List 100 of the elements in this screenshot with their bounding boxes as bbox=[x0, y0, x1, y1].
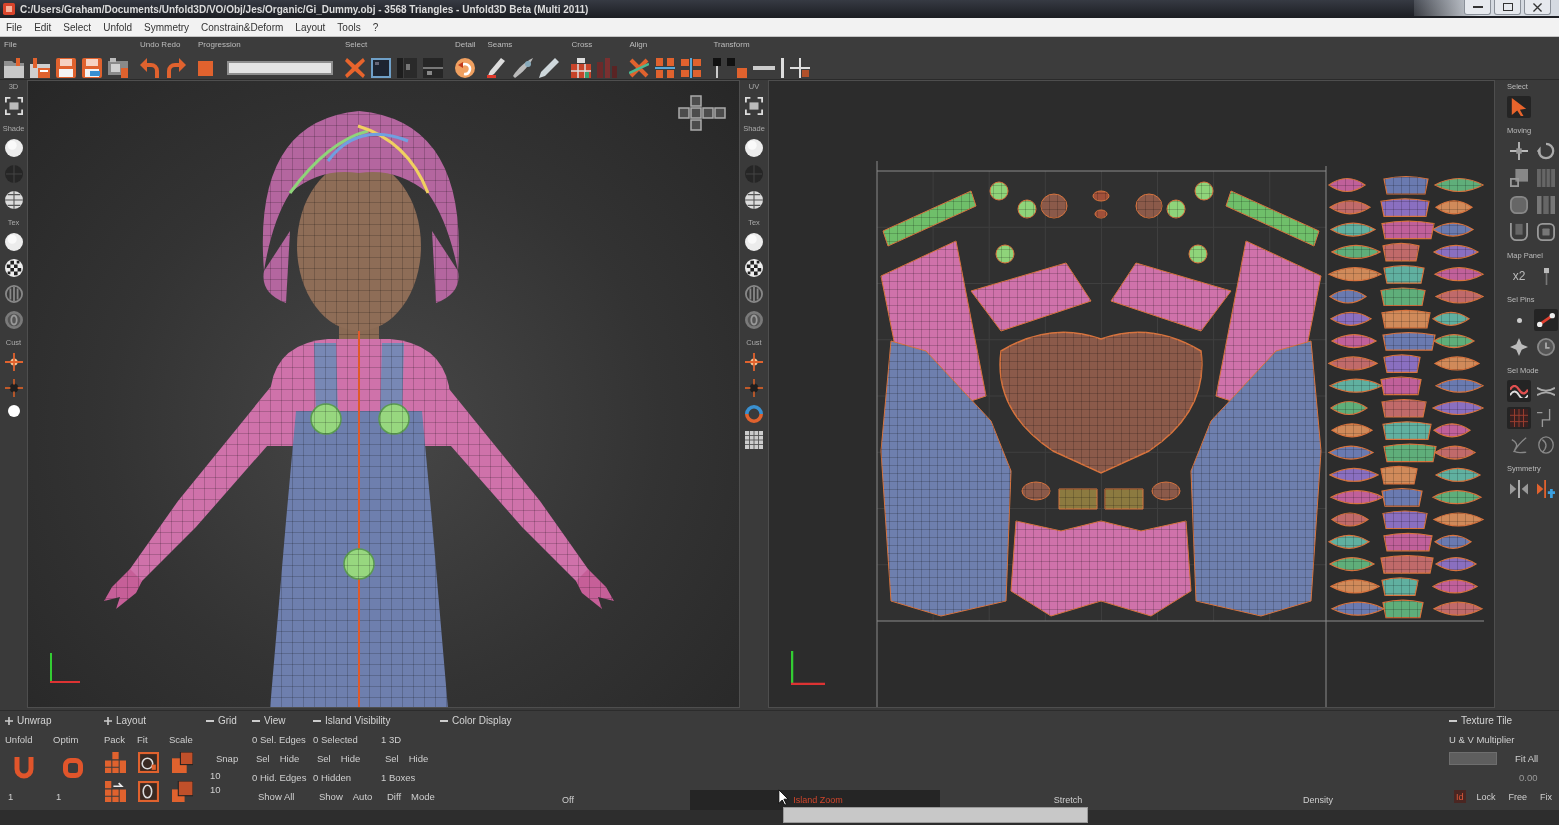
visibility-button[interactable]: Hide bbox=[408, 753, 429, 764]
tool-button[interactable] bbox=[1507, 140, 1531, 162]
frame-icon[interactable] bbox=[4, 97, 23, 115]
section-toggle[interactable]: Layout bbox=[104, 711, 147, 730]
redo-icon[interactable] bbox=[166, 58, 186, 78]
color-mode-tab[interactable]: Stretch bbox=[940, 790, 1190, 810]
visibility-button[interactable]: Hide bbox=[340, 753, 361, 764]
cycle-icon[interactable] bbox=[745, 405, 763, 423]
blocks-icon[interactable] bbox=[105, 752, 126, 773]
dark-gizmo-icon[interactable] bbox=[4, 379, 23, 397]
tile-option-button[interactable]: Id bbox=[1454, 790, 1466, 803]
menu-item[interactable]: Symmetry bbox=[138, 18, 196, 36]
collapse-icon bbox=[252, 719, 260, 722]
stop-icon[interactable] bbox=[198, 60, 213, 76]
section-toggle[interactable]: Grid bbox=[206, 711, 237, 730]
undo-icon[interactable] bbox=[140, 58, 160, 78]
menu-item[interactable]: Tools bbox=[331, 18, 367, 36]
visibility-button[interactable]: Mode bbox=[411, 791, 435, 802]
circle-frame-icon[interactable] bbox=[138, 752, 159, 773]
sphere-icon[interactable] bbox=[4, 139, 23, 157]
menu-item[interactable]: Select bbox=[57, 18, 98, 36]
vertical-line-icon[interactable] bbox=[781, 58, 785, 78]
color-mode-tab[interactable]: Density bbox=[1190, 790, 1440, 810]
align-horizontal-icon[interactable] bbox=[655, 58, 676, 78]
tile-option-button[interactable]: Free bbox=[1506, 790, 1530, 803]
u-shape-icon[interactable] bbox=[14, 757, 34, 779]
menu-item[interactable]: Layout bbox=[289, 18, 332, 36]
tile-option-button[interactable]: Fix bbox=[1538, 790, 1555, 803]
visibility-button[interactable]: Sel bbox=[317, 753, 331, 764]
visibility-button[interactable]: Diff bbox=[387, 791, 402, 802]
section-toggle[interactable]: Color Display bbox=[440, 711, 512, 730]
fit-button[interactable]: Fit All bbox=[1515, 753, 1539, 764]
stacked-squares-alt-icon[interactable] bbox=[172, 781, 193, 802]
blocks-arrow-icon[interactable] bbox=[105, 781, 126, 802]
swirl-icon[interactable] bbox=[455, 58, 475, 78]
visibility-button[interactable]: Show bbox=[319, 791, 343, 802]
window-icon[interactable] bbox=[371, 58, 391, 78]
section-toggle[interactable]: Texture Tile bbox=[1449, 711, 1513, 730]
ring-icon[interactable] bbox=[745, 311, 763, 329]
plus-icon[interactable] bbox=[790, 58, 811, 78]
visibility-button[interactable]: Sel bbox=[385, 753, 399, 764]
sphere-icon[interactable] bbox=[745, 233, 763, 251]
striped-sphere-icon[interactable] bbox=[4, 285, 23, 303]
section-toggle[interactable]: View bbox=[252, 711, 286, 730]
maximize-button[interactable] bbox=[1494, 0, 1521, 15]
small-dot-icon bbox=[1516, 317, 1522, 323]
checker-sphere-icon[interactable] bbox=[745, 259, 763, 277]
image-frame-icon[interactable] bbox=[108, 58, 128, 78]
visibility-button[interactable]: Hide bbox=[279, 753, 300, 764]
menu-item[interactable]: Unfold bbox=[97, 18, 139, 36]
folder-icon[interactable] bbox=[4, 58, 24, 78]
visibility-button[interactable]: Sel bbox=[256, 753, 270, 764]
dash-icon[interactable] bbox=[753, 66, 776, 70]
wire-sphere-icon[interactable] bbox=[745, 191, 763, 209]
visibility-button[interactable]: Show All bbox=[258, 791, 295, 802]
split-panel-icon[interactable] bbox=[423, 58, 443, 78]
section-toggle[interactable]: Unwrap bbox=[5, 711, 52, 730]
square-pin-icon[interactable] bbox=[727, 58, 748, 78]
checker-sphere-icon[interactable] bbox=[4, 259, 23, 277]
sphere-icon[interactable] bbox=[4, 233, 23, 251]
tool-button[interactable] bbox=[1507, 380, 1531, 402]
dot-icon[interactable] bbox=[7, 405, 20, 417]
rounded-ring-icon[interactable] bbox=[63, 758, 83, 778]
knife-icon[interactable] bbox=[513, 58, 534, 78]
view-cube-icon[interactable] bbox=[678, 95, 726, 131]
close-button[interactable] bbox=[1524, 0, 1551, 15]
3d-viewport[interactable] bbox=[27, 80, 740, 708]
uv-viewport[interactable] bbox=[768, 80, 1495, 708]
menu-item[interactable]: File bbox=[0, 18, 29, 36]
color-mode-tab[interactable]: Off bbox=[440, 790, 690, 810]
pin-icon[interactable] bbox=[713, 58, 722, 78]
dark-gizmo-icon[interactable] bbox=[745, 379, 763, 397]
color-mode-tab[interactable]: Island Zoom bbox=[690, 790, 940, 810]
tool-button[interactable] bbox=[1534, 309, 1558, 331]
align-vertical-icon[interactable] bbox=[681, 58, 702, 78]
multiplier-field[interactable] bbox=[1449, 752, 1497, 765]
gizmo-icon[interactable] bbox=[4, 353, 23, 371]
striped-sphere-icon[interactable] bbox=[745, 285, 763, 303]
cross-icon[interactable] bbox=[345, 58, 365, 78]
columns-icon[interactable] bbox=[397, 58, 417, 78]
menu-item[interactable]: ? bbox=[366, 18, 385, 36]
gizmo-icon[interactable] bbox=[745, 353, 763, 371]
frame-icon[interactable] bbox=[745, 97, 763, 115]
sphere-icon[interactable] bbox=[745, 139, 763, 157]
stacked-squares-icon[interactable] bbox=[172, 752, 193, 773]
visibility-button[interactable]: Auto bbox=[352, 791, 373, 802]
pencil-icon[interactable] bbox=[539, 58, 560, 78]
pen-icon[interactable] bbox=[487, 58, 508, 78]
minimize-button[interactable] bbox=[1464, 0, 1491, 15]
tile-option-button[interactable]: Lock bbox=[1474, 790, 1498, 803]
oval-frame-icon[interactable] bbox=[138, 781, 159, 802]
split-grid-icon[interactable] bbox=[571, 58, 592, 78]
grid-icon[interactable] bbox=[745, 431, 763, 449]
menu-item[interactable]: Constrain&Deform bbox=[195, 18, 290, 36]
ring-icon[interactable] bbox=[4, 311, 23, 329]
section-toggle[interactable]: Island Visibility bbox=[313, 711, 391, 730]
cross-align-icon[interactable] bbox=[629, 58, 650, 78]
wire-sphere-icon[interactable] bbox=[4, 191, 23, 209]
menu-item[interactable]: Edit bbox=[28, 18, 58, 36]
document-icon[interactable] bbox=[30, 58, 50, 78]
